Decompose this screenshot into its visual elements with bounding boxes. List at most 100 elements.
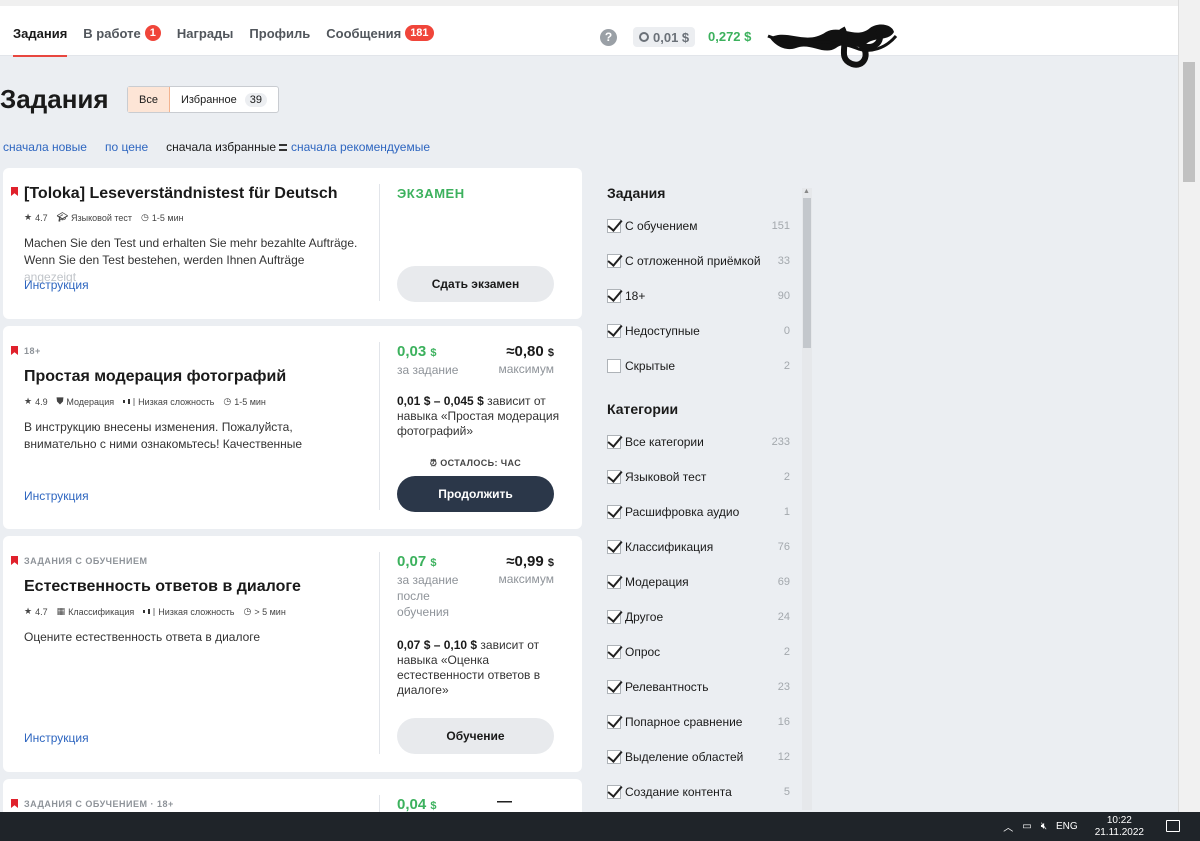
segment-favorites[interactable]: Избранное 39 [170, 87, 278, 112]
card-divider [379, 184, 380, 301]
task-card[interactable]: [Toloka] Leseverständnistest für Deutsch… [3, 168, 582, 319]
volume-muted-icon[interactable]: 🔇︎ [1041, 821, 1047, 832]
pending-balance[interactable]: 0,01 $ [633, 27, 696, 47]
filter-delayed-acceptance[interactable]: С отложенной приёмкой 33 [607, 252, 790, 270]
rating: ★ 4.7 [24, 606, 48, 617]
nav-tab-messages[interactable]: Сообщения 181 [326, 20, 434, 46]
category-survey[interactable]: Опрос 2 [607, 643, 790, 661]
sort-recommended-link[interactable]: сначала рекомендуемые [291, 140, 430, 154]
task-title[interactable]: Естественность ответов в диалоге [24, 578, 301, 596]
checkbox[interactable] [607, 715, 621, 729]
category-moderation[interactable]: Модерация 69 [607, 573, 790, 591]
filter-count: 233 [771, 436, 790, 448]
price-range: 0,01 $ – 0,045 $ [397, 394, 484, 408]
help-icon[interactable]: ? [600, 29, 617, 46]
category-language-test[interactable]: Языковой тест 2 [607, 468, 790, 486]
sort-newest-link[interactable]: сначала новые [3, 140, 87, 154]
category-relevance[interactable]: Релевантность 23 [607, 678, 790, 696]
continue-button[interactable]: Продолжить [397, 476, 554, 512]
balance[interactable]: 0,272 $ [708, 29, 751, 44]
nav-tab-rewards[interactable]: Награды [177, 20, 234, 46]
scrollbar-thumb[interactable] [1183, 62, 1195, 182]
star-icon: ★ [24, 212, 33, 222]
task-difficulty: Низкая сложность [123, 397, 214, 407]
top-nav-bar: Задания В работе 1 Награды Профиль Сообще… [0, 0, 1178, 68]
task-duration: ◷ 1-5 мин [141, 212, 184, 223]
filter-unavailable[interactable]: Недоступные 0 [607, 322, 790, 340]
bookmark-icon[interactable] [11, 346, 18, 355]
category-audio-transcription[interactable]: Расшифровка аудио 1 [607, 503, 790, 521]
nav-tab-label: В работе [83, 25, 141, 41]
instruction-link[interactable]: Инструкция [24, 731, 89, 745]
bookmark-icon[interactable] [11, 556, 18, 565]
checkbox[interactable] [607, 785, 621, 799]
chevron-up-icon[interactable]: ︿ [1003, 819, 1013, 834]
nav-tab-label: Сообщения [326, 25, 402, 41]
checkbox[interactable] [607, 680, 621, 694]
rating-value: 4.7 [35, 212, 48, 223]
checkbox[interactable] [607, 575, 621, 589]
max-earnings: ≈0,80 $ [506, 343, 554, 360]
take-exam-button[interactable]: Сдать экзамен [397, 266, 554, 302]
segment-all[interactable]: Все [128, 87, 170, 112]
filter-hidden[interactable]: Скрытые 2 [607, 357, 790, 375]
checkbox[interactable] [607, 470, 621, 484]
task-card[interactable]: ЗАДАНИЯ С ОБУЧЕНИЕМ Естественность ответ… [3, 536, 582, 772]
checkbox[interactable] [607, 359, 621, 373]
task-tags: 18+ [24, 346, 41, 356]
checkbox[interactable] [607, 505, 621, 519]
task-type: 🎓︎ Языковой тест [57, 212, 132, 223]
scroll-up-icon[interactable]: ▲ [803, 188, 810, 195]
task-title[interactable]: Простая модерация фотографий [24, 368, 286, 386]
time-remaining: ⏰︎ ОСТАЛОСЬ: ЧАС [397, 458, 554, 469]
rating-value: 4.9 [35, 396, 48, 407]
task-description: В инструкцию внесены изменения. Пожалуйс… [24, 420, 303, 451]
sort-favorites-current[interactable]: сначала избранные [166, 140, 287, 154]
checkbox[interactable] [607, 645, 621, 659]
filter-section-title: Задания [607, 185, 666, 201]
scrollbar-thumb[interactable] [803, 198, 811, 348]
language-indicator[interactable]: ENG [1056, 821, 1078, 832]
card-divider [379, 795, 380, 812]
clock[interactable]: 10:22 21.11.2022 [1095, 815, 1144, 839]
category-pairwise[interactable]: Попарное сравнение 16 [607, 713, 790, 731]
category-content-creation[interactable]: Создание контента 5 [607, 783, 790, 801]
task-card[interactable]: ЗАДАНИЯ С ОБУЧЕНИЕМ · 18+ 0,04 $ — [3, 779, 582, 813]
category-all[interactable]: Все категории 233 [607, 433, 790, 451]
checkbox[interactable] [607, 289, 621, 303]
category-classification[interactable]: Классификация 76 [607, 538, 790, 556]
checkbox[interactable] [607, 610, 621, 624]
filter-with-training[interactable]: С обучением 151 [607, 217, 790, 235]
instruction-link[interactable]: Инструкция [24, 278, 89, 292]
graduation-cap-icon: 🎓︎ [56, 212, 69, 222]
checkbox[interactable] [607, 324, 621, 338]
nav-tab-in-progress[interactable]: В работе 1 [83, 20, 161, 46]
instruction-link[interactable]: Инструкция [24, 489, 89, 503]
price-range: 0,07 $ – 0,10 $ [397, 638, 478, 652]
checkbox[interactable] [607, 219, 621, 233]
task-title[interactable]: [Toloka] Leseverständnistest für Deutsch [24, 185, 338, 203]
filter-scrollbar[interactable]: ▲ [802, 188, 812, 810]
max-label: максимум [498, 362, 554, 376]
category-area-selection[interactable]: Выделение областей 12 [607, 748, 790, 766]
bookmark-icon[interactable] [11, 187, 18, 196]
nav-tab-tasks[interactable]: Задания [13, 20, 68, 57]
price-unit: $ [430, 800, 437, 812]
price-per-task: 0,03 $ [397, 343, 437, 360]
checkbox[interactable] [607, 254, 621, 268]
filter-adult[interactable]: 18+ 90 [607, 287, 790, 305]
sort-price-link[interactable]: по цене [105, 140, 148, 154]
nav-tab-profile[interactable]: Профиль [249, 20, 310, 46]
redacted-username-scribble [767, 24, 898, 68]
notifications-icon[interactable] [1166, 820, 1180, 832]
training-button[interactable]: Обучение [397, 718, 554, 754]
checkbox[interactable] [607, 750, 621, 764]
checkbox[interactable] [607, 540, 621, 554]
task-card[interactable]: 18+ Простая модерация фотографий ★ 4.9 ⛊ М… [3, 326, 582, 529]
filter-count: 76 [777, 541, 790, 553]
network-icon[interactable]: ▭ [1022, 821, 1031, 832]
checkbox[interactable] [607, 435, 621, 449]
category-other[interactable]: Другое 24 [607, 608, 790, 626]
bookmark-icon[interactable] [11, 799, 18, 808]
page-scrollbar[interactable] [1178, 0, 1200, 812]
